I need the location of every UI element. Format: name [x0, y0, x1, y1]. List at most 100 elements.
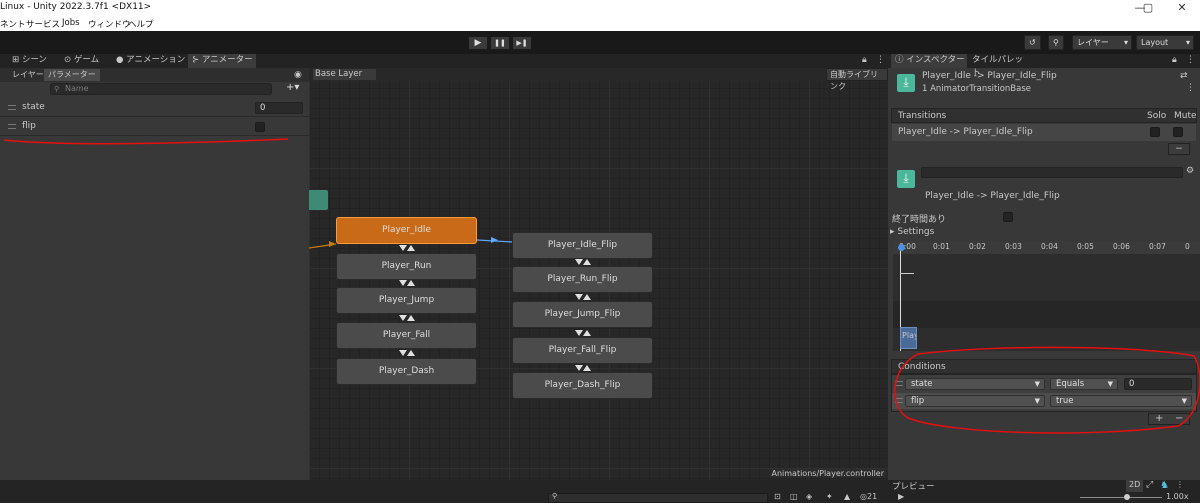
- tab-animation[interactable]: ● アニメーション: [112, 54, 188, 68]
- search-icon: ⚲: [552, 492, 558, 500]
- console-search-input[interactable]: ⚲: [548, 492, 768, 503]
- search-placeholder: Name: [65, 84, 89, 93]
- transition-icon: ⤓: [897, 74, 915, 92]
- solo-checkbox[interactable]: [1150, 127, 1160, 137]
- pivot-icon[interactable]: ⤢: [1146, 480, 1153, 490]
- solo-label: Solo: [1147, 111, 1167, 121]
- tick-label: 0:01: [933, 242, 950, 251]
- parameter-search-input[interactable]: ⚲ Name: [50, 83, 272, 95]
- tick-label: 0:04: [1041, 242, 1058, 251]
- transition-name-input[interactable]: [921, 167, 1183, 178]
- transitions-label: Transitions: [898, 111, 947, 121]
- animator-graph[interactable]: Base Layer 自動ライブリンク Player_Idle Player_R…: [309, 68, 888, 480]
- inspector-title: Player_Idle -> Player_Idle_Flip: [922, 71, 1057, 81]
- transition-row-label: Player_Idle -> Player_Idle_Flip: [898, 127, 1033, 137]
- layers-dropdown[interactable]: レイヤー ▾: [1072, 35, 1132, 50]
- menu-item-window[interactable]: ウィンドウ: [88, 18, 131, 30]
- menu-item-jobs[interactable]: Jobs: [62, 18, 80, 28]
- red-circle-annotation: [894, 346, 1200, 434]
- drag-handle-icon[interactable]: [8, 105, 16, 110]
- kebab-menu-icon[interactable]: ⋮: [1186, 55, 1195, 65]
- tick-label: 0:06: [1113, 242, 1130, 251]
- tab-layers[interactable]: レイヤー: [8, 69, 48, 81]
- has-exit-time-checkbox[interactable]: [1003, 212, 1013, 222]
- tab-parameters[interactable]: パラメーター: [44, 69, 100, 81]
- state-node-player-fall[interactable]: Player_Fall: [336, 322, 477, 349]
- lock-icon[interactable]: 🔒︎: [862, 55, 867, 65]
- state-node-player-dash-flip[interactable]: Player_Dash_Flip: [512, 372, 653, 399]
- preview-speed-slider[interactable]: [1080, 497, 1162, 498]
- search-icon[interactable]: ⚲: [1048, 35, 1064, 50]
- title-bar: Linux - Unity 2022.3.7f1 <DX11> — ▢ ✕: [0, 0, 1200, 16]
- menu-bar: ネント サービス Jobs ウィンドウ ヘルプ: [0, 16, 1200, 31]
- state-node-player-idle-flip[interactable]: Player_Idle_Flip: [512, 232, 653, 259]
- parameter-row-state[interactable]: state 0: [0, 99, 309, 117]
- mute-checkbox[interactable]: [1173, 127, 1183, 137]
- menu-item-help[interactable]: ヘルプ: [128, 18, 154, 30]
- state-node-player-jump-flip[interactable]: Player_Jump_Flip: [512, 301, 653, 328]
- collapse-icon[interactable]: ◫: [790, 492, 798, 501]
- debug-icon[interactable]: ⊡: [774, 492, 781, 501]
- state-node-player-fall-flip[interactable]: Player_Fall_Flip: [512, 337, 653, 364]
- pin-icon[interactable]: ✦: [826, 492, 833, 501]
- lock-icon[interactable]: 🔒︎: [1172, 55, 1177, 65]
- menu-item-component[interactable]: ネント: [0, 18, 26, 30]
- search-icon: ⚲: [54, 85, 60, 93]
- inspector-panel: ⓘ インスペクター タイルパレット 🔒︎ ⋮ ⤓ Player_Idle -> …: [888, 54, 1200, 480]
- gear-icon[interactable]: ⚙: [1186, 166, 1194, 176]
- state-node-player-dash[interactable]: Player_Dash: [336, 358, 477, 385]
- transition-row[interactable]: Player_Idle -> Player_Idle_Flip: [892, 124, 1196, 141]
- history-icon[interactable]: ↺: [1024, 35, 1041, 50]
- close-button[interactable]: ✕: [1168, 0, 1196, 16]
- chevron-down-icon: ▾: [1123, 38, 1128, 47]
- tick-label: 0:03: [1005, 242, 1022, 251]
- add-parameter-button[interactable]: +▾: [286, 82, 299, 93]
- tab-animation-label: アニメーション: [126, 55, 186, 65]
- step-button[interactable]: ▶❚: [512, 36, 532, 50]
- state-node-player-run-flip[interactable]: Player_Run_Flip: [512, 266, 653, 293]
- tick-label: 0:07: [1149, 242, 1166, 251]
- tab-inspector-label: インスペクター: [906, 55, 965, 65]
- kebab-menu-icon[interactable]: ⋮: [1176, 480, 1184, 489]
- slider-thumb[interactable]: [1124, 494, 1130, 500]
- editor-tab-row: ⊞ シーン ⊙ ゲーム ● アニメーション ⊱ アニメーター 🔒︎ ⋮: [0, 54, 888, 68]
- tab-game[interactable]: ⊙ ゲーム: [60, 54, 112, 68]
- tab-inspector[interactable]: ⓘ インスペクター: [891, 54, 967, 68]
- tick-label: 0:05: [1077, 242, 1094, 251]
- layers-label: レイヤー: [1077, 38, 1109, 47]
- 2d-toggle[interactable]: 2D: [1126, 480, 1144, 492]
- red-underline-annotation: [3, 138, 289, 145]
- parameter-value-input[interactable]: 0: [255, 102, 303, 114]
- kebab-menu-icon[interactable]: ⋮: [1186, 83, 1195, 93]
- playhead-handle[interactable]: [898, 244, 905, 251]
- layout-dropdown[interactable]: Layout ▾: [1136, 35, 1194, 50]
- state-node-player-jump[interactable]: Player_Jump: [336, 287, 477, 314]
- state-node-player-idle[interactable]: Player_Idle: [336, 217, 477, 244]
- menu-item-services[interactable]: サービス: [26, 18, 60, 30]
- hidden-count: 21: [866, 492, 878, 501]
- settings-foldout[interactable]: ▸ Settings: [890, 227, 934, 237]
- avatar-icon[interactable]: ♞: [1160, 480, 1169, 491]
- preview-play-button[interactable]: ▶: [898, 492, 904, 501]
- remove-transition-button[interactable]: −: [1168, 143, 1190, 155]
- status-bar: ⚲ ⊡ ◫ ◈ ✦ ▲ ◎21 プレビュー 2D ⤢ ♞ ⋮ ▶ 1.00x: [0, 480, 1200, 503]
- tick-label: 0: [1185, 242, 1190, 251]
- play-button[interactable]: ▶: [468, 36, 488, 50]
- eye-off-icon[interactable]: ◎21: [860, 492, 877, 501]
- tab-scene[interactable]: ⊞ シーン: [8, 54, 60, 68]
- eye-icon[interactable]: ◉: [294, 70, 302, 80]
- pause-button[interactable]: ❚❚: [490, 36, 510, 50]
- tab-animator[interactable]: ⊱ アニメーター: [188, 54, 256, 68]
- tab-game-label: ゲーム: [73, 55, 100, 65]
- kebab-menu-icon[interactable]: ⋮: [876, 55, 885, 65]
- state-node-player-run[interactable]: Player_Run: [336, 253, 477, 280]
- layers-icon[interactable]: ◈: [806, 492, 812, 501]
- tab-tile-palette[interactable]: タイルパレット: [968, 54, 1028, 78]
- layout-label: Layout: [1141, 38, 1169, 47]
- inspector-subtitle: 1 AnimatorTransitionBase: [922, 84, 1031, 94]
- settings-toggle-icon[interactable]: ⇄: [1180, 71, 1188, 81]
- mute-label: Mute: [1174, 111, 1197, 121]
- maximize-button[interactable]: ▢: [1134, 0, 1162, 16]
- timeline[interactable]: 0:00 0:01 0:02 0:03 0:04 0:05 0:06 0:07 …: [893, 241, 1200, 351]
- warning-icon[interactable]: ▲: [844, 492, 850, 501]
